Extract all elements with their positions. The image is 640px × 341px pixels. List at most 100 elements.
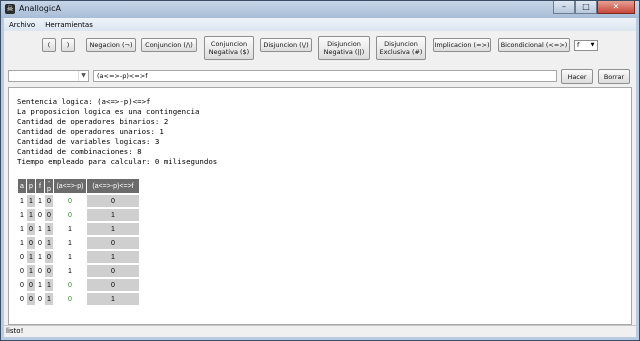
truth-table-body: 1110001100011011111001100110110100100011… <box>18 195 139 305</box>
table-cell: 0 <box>18 251 26 263</box>
table-row: 101111 <box>18 223 139 235</box>
table-row: 011011 <box>18 251 139 263</box>
table-row: 000101 <box>18 293 139 305</box>
table-cell: 0 <box>45 265 53 277</box>
menu-archivo[interactable]: Archivo <box>4 21 40 29</box>
table-cell: 1 <box>27 195 35 207</box>
chevron-down-icon: ▼ <box>78 71 88 81</box>
table-cell: 0 <box>18 265 26 277</box>
output-line: Tiempo empleado para calcular: 0 miliseg… <box>17 157 218 166</box>
table-cell: 0 <box>45 251 53 263</box>
history-select[interactable]: ▼ <box>8 70 89 82</box>
bicondicional-button[interactable]: Bicondicional (<=>) <box>498 38 570 52</box>
chevron-down-icon: ▼ <box>590 42 595 48</box>
column-header: f <box>36 179 44 193</box>
table-cell: 1 <box>87 223 139 235</box>
maximize-button[interactable]: □ <box>575 1 597 14</box>
table-cell: 1 <box>45 293 53 305</box>
conjuncion-button[interactable]: Conjuncion (/\) <box>141 38 197 52</box>
truth-table-header: a p f -p (a<=>-p) (a<=>-p)<=>f <box>18 179 139 193</box>
table-cell: 1 <box>18 195 26 207</box>
table-cell: 0 <box>68 211 72 219</box>
table-row: 111000 <box>18 195 139 207</box>
table-cell: 1 <box>18 209 26 221</box>
table-cell: 0 <box>68 197 72 205</box>
table-cell: 1 <box>18 223 26 235</box>
open-paren-button[interactable]: ( <box>42 38 56 52</box>
output-text: Sentencia logica: (a<=>-p)<=>f La propos… <box>17 97 217 167</box>
close-paren-button[interactable]: ) <box>61 38 75 52</box>
table-cell: 0 <box>87 265 139 277</box>
input-row: ▼ (a<=>-p)<=>f Hacer Borrar <box>4 68 636 84</box>
output-line: La proposicion logica es una contingenci… <box>17 107 200 116</box>
table-cell: 0 <box>27 237 35 249</box>
table-cell: 0 <box>27 279 35 291</box>
table-cell: 0 <box>18 293 26 305</box>
table-cell: 1 <box>87 209 139 221</box>
window-controls: – □ ✕ <box>553 1 635 16</box>
table-cell: 0 <box>27 223 35 235</box>
disjuncion-button[interactable]: Disjuncion (\/) <box>260 38 312 52</box>
table-cell: 1 <box>68 225 72 233</box>
table-cell: 0 <box>36 265 44 277</box>
table-cell: 0 <box>36 293 44 305</box>
skull-icon: ☠ <box>5 4 15 14</box>
column-header: p <box>27 179 35 193</box>
column-header: a <box>18 179 26 193</box>
output-line: Cantidad de combinaciones: 8 <box>17 147 142 156</box>
table-cell: 1 <box>36 195 44 207</box>
client-area: ( ) Negacion (¬) Conjuncion (/\) Conjunc… <box>4 31 636 337</box>
hacer-button[interactable]: Hacer <box>561 69 593 84</box>
table-row: 100110 <box>18 237 139 249</box>
table-cell: 1 <box>87 293 139 305</box>
table-cell: 1 <box>36 223 44 235</box>
disjuncion-exclusiva-button[interactable]: Disjuncion Exclusiva (#) <box>376 36 426 60</box>
table-cell: 1 <box>36 279 44 291</box>
table-cell: 0 <box>18 279 26 291</box>
table-cell: 0 <box>68 281 72 289</box>
title-bar[interactable]: ☠ AnallogicA – □ ✕ <box>1 1 639 18</box>
output-line: Cantidad de variables logicas: 3 <box>17 137 160 146</box>
negacion-button[interactable]: Negacion (¬) <box>86 38 136 52</box>
table-cell: 1 <box>68 253 72 261</box>
app-window: ☠ AnallogicA – □ ✕ Archivo Herramientas … <box>0 0 640 341</box>
table-cell: 0 <box>27 293 35 305</box>
table-row: 010010 <box>18 265 139 277</box>
output-panel: Sentencia logica: (a<=>-p)<=>f La propos… <box>8 87 632 325</box>
table-row: 110001 <box>18 209 139 221</box>
variable-select[interactable]: f ▼ <box>574 40 598 51</box>
table-cell: 1 <box>45 279 53 291</box>
close-button[interactable]: ✕ <box>597 1 635 14</box>
table-cell: 0 <box>68 295 72 303</box>
table-cell: 0 <box>87 195 139 207</box>
output-line: Cantidad de operadores unarios: 1 <box>17 127 164 136</box>
table-cell: 0 <box>36 209 44 221</box>
table-cell: 1 <box>68 267 72 275</box>
menu-herramientas[interactable]: Herramientas <box>40 21 98 29</box>
output-line: Sentencia logica: (a<=>-p)<=>f <box>17 97 151 106</box>
column-header: (a<=>-p) <box>54 179 86 193</box>
table-cell: 1 <box>68 239 72 247</box>
column-header: (a<=>-p)<=>f <box>87 179 139 193</box>
table-cell: 1 <box>45 223 53 235</box>
table-cell: 1 <box>27 209 35 221</box>
disjuncion-negativa-button[interactable]: Disjuncion Negativa (||) <box>318 36 370 60</box>
expression-input[interactable]: (a<=>-p)<=>f <box>93 70 557 82</box>
table-cell: 1 <box>27 251 35 263</box>
table-cell: 0 <box>36 237 44 249</box>
table-cell: 0 <box>45 195 53 207</box>
column-header: -p <box>45 179 53 193</box>
borrar-button[interactable]: Borrar <box>598 69 630 84</box>
implicacion-button[interactable]: Implicacion (=>) <box>433 38 491 52</box>
window-title: AnallogicA <box>19 4 61 13</box>
table-cell: 0 <box>45 209 53 221</box>
output-line: Cantidad de operadores binarios: 2 <box>17 117 169 126</box>
table-cell: 1 <box>18 237 26 249</box>
status-bar: listo! <box>4 325 636 337</box>
conjuncion-negativa-button[interactable]: Conjuncion Negativa ($) <box>204 36 254 60</box>
operator-toolbar: ( ) Negacion (¬) Conjuncion (/\) Conjunc… <box>4 31 636 63</box>
minimize-button[interactable]: – <box>553 1 575 14</box>
table-cell: 1 <box>27 265 35 277</box>
variable-select-value: f <box>577 41 580 49</box>
table-cell: 1 <box>45 237 53 249</box>
